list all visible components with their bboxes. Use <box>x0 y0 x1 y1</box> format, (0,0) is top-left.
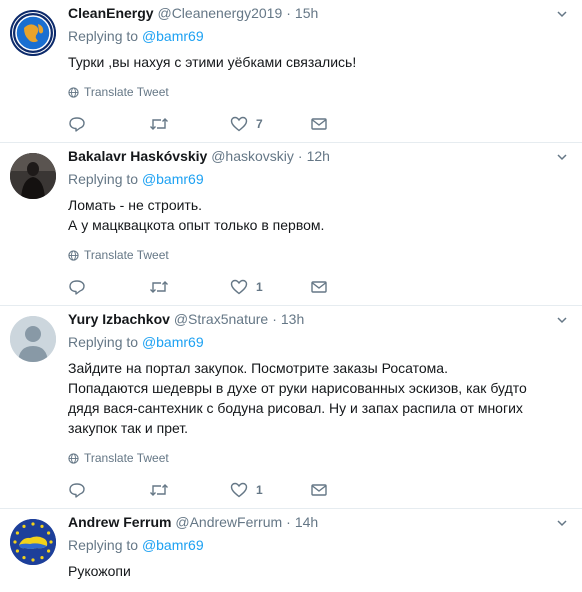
eu-ukraine-flag-icon <box>10 519 56 565</box>
reply-button[interactable] <box>68 482 149 498</box>
translate-tweet-link[interactable]: Translate Tweet <box>68 85 568 99</box>
reply-to-link[interactable]: @bamr69 <box>142 334 204 350</box>
direct-message-button[interactable] <box>311 117 392 131</box>
timestamp[interactable]: 12h <box>307 148 330 164</box>
heart-icon <box>230 482 248 498</box>
tweet-text-line: дядя вася-сантехник с бодуна рисовал. Ну… <box>68 400 523 416</box>
globe-icon <box>68 86 79 98</box>
tweet[interactable]: Yury Izbachkov @Strax5nature · 13h Replyin… <box>0 306 582 509</box>
username[interactable]: @AndrewFerrum <box>175 514 282 530</box>
timestamp[interactable]: 15h <box>295 5 318 21</box>
tweet[interactable]: Andrew Ferrum @AndrewFerrum · 14h Replying… <box>0 509 582 592</box>
display-name[interactable]: Bakalavr Haskóvskiy <box>68 148 207 164</box>
retweet-button[interactable] <box>149 482 230 498</box>
tweet-text: Рукожопи <box>68 561 568 581</box>
avatar[interactable] <box>10 519 56 565</box>
retweet-icon <box>150 118 168 130</box>
avatar[interactable] <box>10 316 56 362</box>
reply-icon <box>69 483 85 498</box>
username[interactable]: @Strax5nature <box>174 311 268 327</box>
envelope-icon <box>311 118 327 130</box>
tweet-text: Ломать - не строить. А у мацквацкота опы… <box>68 195 568 235</box>
chevron-down-icon[interactable] <box>556 517 568 529</box>
chevron-down-icon[interactable] <box>556 151 568 163</box>
like-button[interactable]: 1 <box>230 279 311 295</box>
replying-to: Replying to @bamr69 <box>68 171 204 187</box>
direct-message-button[interactable] <box>311 280 392 294</box>
heart-icon <box>230 279 248 295</box>
display-name[interactable]: CleanEnergy <box>68 5 154 21</box>
tweet-text: Турки ,вы нахуя с этими уёбками связалис… <box>68 52 568 72</box>
reply-button[interactable] <box>68 279 149 295</box>
default-avatar-icon <box>10 316 56 362</box>
reply-icon <box>69 280 85 295</box>
reply-icon <box>69 117 85 132</box>
retweet-button[interactable] <box>149 116 230 132</box>
tweet-text-line: Попадаются шедевры в духе от руки нарисо… <box>68 380 527 396</box>
tweet-actions: 1 <box>68 481 568 499</box>
envelope-icon <box>311 281 327 293</box>
like-button[interactable]: 7 <box>230 116 311 132</box>
tweet-text-line: Рукожопи <box>68 563 131 579</box>
tweet-text-line: закупок так и прет. <box>68 420 189 436</box>
avatar[interactable] <box>10 153 56 199</box>
globe-logo-icon <box>10 10 56 56</box>
reply-to-link[interactable]: @bamr69 <box>142 171 204 187</box>
timestamp[interactable]: 13h <box>281 311 304 327</box>
globe-icon <box>68 249 79 261</box>
heart-icon <box>230 116 248 132</box>
tweet-text-line: А у мацквацкота опыт только в первом. <box>68 217 325 233</box>
chevron-down-icon[interactable] <box>556 314 568 326</box>
timestamp[interactable]: 14h <box>295 514 318 530</box>
display-name[interactable]: Andrew Ferrum <box>68 514 171 530</box>
tweet-text-line: Турки ,вы нахуя с этими уёбками связалис… <box>68 54 357 70</box>
person-photo-icon <box>10 153 56 199</box>
replying-to: Replying to @bamr69 <box>68 537 204 553</box>
replying-to: Replying to @bamr69 <box>68 28 204 44</box>
globe-icon <box>68 452 79 464</box>
chevron-down-icon[interactable] <box>556 8 568 20</box>
reply-to-link[interactable]: @bamr69 <box>142 537 204 553</box>
tweet-text-line: Ломать - не строить. <box>68 197 203 213</box>
reply-to-link[interactable]: @bamr69 <box>142 28 204 44</box>
translate-tweet-link[interactable]: Translate Tweet <box>68 451 568 465</box>
tweet-actions: 7 <box>68 115 568 133</box>
avatar[interactable] <box>10 10 56 56</box>
reply-button[interactable] <box>68 116 149 132</box>
retweet-icon <box>150 484 168 496</box>
tweet-actions: 1 <box>68 278 568 296</box>
retweet-icon <box>150 281 168 293</box>
replying-to: Replying to @bamr69 <box>68 334 204 350</box>
envelope-icon <box>311 484 327 496</box>
tweet-text: Зайдите на портал закупок. Посмотрите за… <box>68 358 568 438</box>
like-button[interactable]: 1 <box>230 482 311 498</box>
username[interactable]: @haskovskiy <box>211 148 294 164</box>
display-name[interactable]: Yury Izbachkov <box>68 311 170 327</box>
username[interactable]: @Cleanenergy2019 <box>157 5 282 21</box>
translate-tweet-link[interactable]: Translate Tweet <box>68 248 568 262</box>
direct-message-button[interactable] <box>311 483 392 497</box>
tweet[interactable]: CleanEnergy @Cleanenergy2019 · 15h Replyin… <box>0 0 582 143</box>
tweet-text-line: Зайдите на портал закупок. Посмотрите за… <box>68 360 448 376</box>
tweet[interactable]: Bakalavr Haskóvskiy @haskovskiy · 12h Repl… <box>0 143 582 306</box>
retweet-button[interactable] <box>149 279 230 295</box>
